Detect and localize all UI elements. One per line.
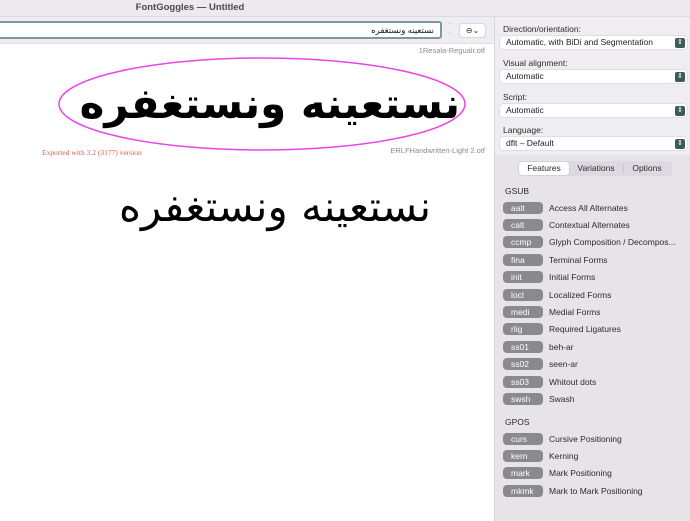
feature-row-aalt[interactable]: aalt Access All Alternates xyxy=(503,201,689,214)
feature-name: Mark Positioning xyxy=(549,468,612,479)
export-note: Exported with 3.2 (3177) version xyxy=(42,148,142,157)
direction-value: Automatic, with BiDi and Segmentation xyxy=(506,37,653,47)
feature-row-mark[interactable]: mark Mark Positioning xyxy=(503,467,689,480)
feature-row-locl[interactable]: locl Localized Forms xyxy=(503,288,689,301)
text-options-button[interactable]: ⊖⌄ xyxy=(459,23,486,38)
feature-row-kern[interactable]: kern Kerning xyxy=(503,449,689,462)
feature-tag-toggle[interactable]: calt xyxy=(503,218,543,231)
panel-tabs: Features Variations Options xyxy=(518,161,672,176)
language-select[interactable]: dflt – Default ⇕ xyxy=(500,137,687,150)
alignment-label: Visual alignment: xyxy=(503,58,568,68)
feature-row-mkmk[interactable]: mkmk Mark to Mark Positioning xyxy=(503,484,689,497)
sample-text-input[interactable]: نستعينه ونستغفره xyxy=(0,21,442,39)
feature-tag-toggle[interactable]: swsh xyxy=(503,392,543,405)
feature-row-ccmp[interactable]: ccmp Glyph Composition / Decompos... xyxy=(503,236,689,249)
text-settings: Direction/orientation: Automatic, with B… xyxy=(495,17,690,155)
chevron-down-icon[interactable]: ⌄ xyxy=(445,30,454,37)
feature-tag-toggle[interactable]: mark xyxy=(503,467,543,480)
gpos-section-label: GPOS xyxy=(505,417,530,427)
feature-name: seen-ar xyxy=(549,359,578,370)
feature-row-medi[interactable]: medi Medial Forms xyxy=(503,305,689,318)
feature-tag-toggle[interactable]: fina xyxy=(503,253,543,266)
tab-options[interactable]: Options xyxy=(624,162,670,175)
chevron-up-icon[interactable]: ⌃ xyxy=(445,23,454,30)
alignment-value: Automatic xyxy=(506,71,544,81)
feature-row-swsh[interactable]: swsh Swash xyxy=(503,392,689,405)
title-bar: FontGoggles — Untitled xyxy=(0,0,690,17)
feature-name: Terminal Forms xyxy=(549,254,608,265)
feature-name: Whitout dots xyxy=(549,376,597,387)
feature-name: Swash xyxy=(549,393,575,404)
features-panel: Features Variations Options GSUB aalt Acc… xyxy=(495,155,690,521)
settings-sidebar: Direction/orientation: Automatic, with B… xyxy=(494,17,690,521)
feature-tag-toggle[interactable]: aalt xyxy=(503,201,543,214)
font-sample-text[interactable]: نستعينه ونستغفره xyxy=(80,79,460,128)
gsub-section-label: GSUB xyxy=(505,186,530,196)
feature-tag-toggle[interactable]: ss03 xyxy=(503,375,543,388)
font-sample-text[interactable]: نستعينه ونستغفره xyxy=(95,182,455,231)
feature-tag-toggle[interactable]: rlig xyxy=(503,323,543,336)
feature-tag-toggle[interactable]: medi xyxy=(503,305,543,318)
script-select[interactable]: Automatic ⇕ xyxy=(500,104,687,117)
feature-name: Cursive Positioning xyxy=(549,433,622,444)
script-value: Automatic xyxy=(506,105,544,115)
feature-tag-toggle[interactable]: mkmk xyxy=(503,484,543,497)
feature-row-ss03[interactable]: ss03 Whitout dots xyxy=(503,375,689,388)
feature-name: Medial Forms xyxy=(549,306,601,317)
feature-name: beh-ar xyxy=(549,341,574,352)
feature-tag-toggle[interactable]: curs xyxy=(503,432,543,445)
main-canvas-area: نستعينه ونستغفره ⌃ ⌄ ⊖⌄ 1Resala-Regualr.… xyxy=(0,17,494,521)
font-file-name: ERLFHandwritten-Light 2.otf xyxy=(390,146,485,155)
select-arrows-icon: ⇕ xyxy=(675,37,685,48)
feature-name: Contextual Alternates xyxy=(549,219,630,230)
feature-row-ss01[interactable]: ss01 beh-ar xyxy=(503,340,689,353)
direction-label: Direction/orientation: xyxy=(503,24,581,34)
feature-name: Glyph Composition / Decompos... xyxy=(549,237,676,248)
feature-row-fina[interactable]: fina Terminal Forms xyxy=(503,253,689,266)
feature-row-curs[interactable]: curs Cursive Positioning xyxy=(503,432,689,445)
font-file-name: 1Resala-Regualr.otf xyxy=(418,46,485,55)
language-label: Language: xyxy=(503,125,544,135)
language-value: dflt – Default xyxy=(506,138,554,148)
window-title: FontGoggles — Untitled xyxy=(135,2,245,13)
feature-tag-toggle[interactable]: ccmp xyxy=(503,236,543,249)
tab-features[interactable]: Features xyxy=(519,162,569,175)
ellipsis-menu-icon: ⊖⌄ xyxy=(465,26,480,35)
tab-variations[interactable]: Variations xyxy=(569,162,623,175)
feature-tag-toggle[interactable]: kern xyxy=(503,449,543,462)
feature-row-rlig[interactable]: rlig Required Ligatures xyxy=(503,323,689,336)
text-stepper[interactable]: ⌃ ⌄ xyxy=(445,23,454,38)
feature-row-calt[interactable]: calt Contextual Alternates xyxy=(503,218,689,231)
feature-name: Kerning xyxy=(549,450,579,461)
feature-name: Access All Alternates xyxy=(549,202,628,213)
feature-tag-toggle[interactable]: init xyxy=(503,271,543,284)
feature-name: Required Ligatures xyxy=(549,324,621,335)
toolbar: نستعينه ونستغفره ⌃ ⌄ ⊖⌄ xyxy=(0,17,494,44)
direction-select[interactable]: Automatic, with BiDi and Segmentation ⇕ xyxy=(500,36,687,49)
feature-tag-toggle[interactable]: ss02 xyxy=(503,358,543,371)
feature-name: Localized Forms xyxy=(549,289,612,300)
select-arrows-icon: ⇕ xyxy=(675,138,685,149)
feature-row-init[interactable]: init Initial Forms xyxy=(503,271,689,284)
feature-name: Initial Forms xyxy=(549,272,596,283)
alignment-select[interactable]: Automatic ⇕ xyxy=(500,70,687,83)
select-arrows-icon: ⇕ xyxy=(675,105,685,116)
select-arrows-icon: ⇕ xyxy=(675,71,685,82)
feature-tag-toggle[interactable]: locl xyxy=(503,288,543,301)
feature-tag-toggle[interactable]: ss01 xyxy=(503,340,543,353)
feature-row-ss02[interactable]: ss02 seen-ar xyxy=(503,358,689,371)
script-label: Script: xyxy=(503,92,528,102)
feature-name: Mark to Mark Positioning xyxy=(549,485,643,496)
